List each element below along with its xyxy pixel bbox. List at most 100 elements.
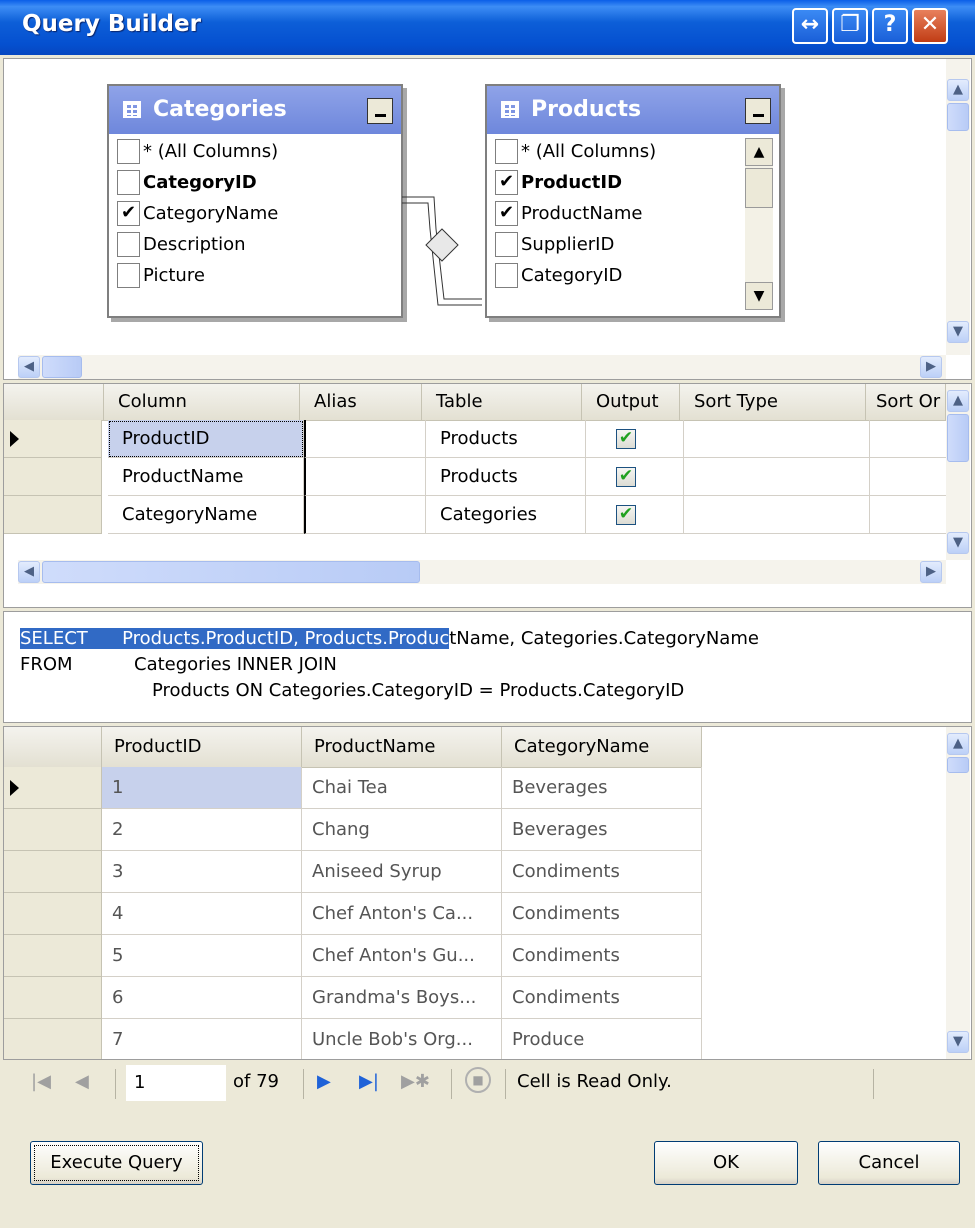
output-checkbox[interactable]: ✔ [616,429,636,449]
criteria-column-cell[interactable]: ProductID [108,420,304,458]
row-selector[interactable] [4,893,102,935]
row-selector[interactable] [4,458,102,496]
criteria-column-cell[interactable]: ProductName [108,458,304,496]
categories-table[interactable]: Categories * (All Columns) CategoryID ✔ C… [107,84,403,318]
row-selector[interactable] [4,767,102,809]
help-button[interactable]: ? [872,8,908,44]
results-vertical-scrollbar[interactable]: ▲ ▼ [946,727,970,1059]
delete-icon[interactable]: ■ [465,1067,491,1093]
position-input[interactable]: 1 [126,1065,226,1101]
cancel-button[interactable]: Cancel [818,1141,960,1185]
scroll-right-icon[interactable]: ▶ [920,561,942,583]
result-id-cell[interactable]: 2 [102,809,302,851]
scroll-up-icon[interactable]: ▲ [947,390,969,412]
output-checkbox[interactable]: ✔ [616,505,636,525]
row-selector[interactable] [4,851,102,893]
scroll-down-icon[interactable]: ▼ [947,532,969,554]
column-row[interactable]: ✔ CategoryName [109,198,397,229]
criteria-grid[interactable]: Column Alias Table Output Sort Type Sort… [3,383,972,608]
row-selector[interactable] [4,935,102,977]
result-id-cell[interactable]: 5 [102,935,302,977]
result-category-cell[interactable]: Condiments [502,935,702,977]
column-checkbox[interactable] [117,139,140,164]
result-category-cell[interactable]: Beverages [502,809,702,851]
criteria-column-cell[interactable]: CategoryName [108,496,304,534]
row-selector[interactable] [4,420,102,458]
execute-query-button[interactable]: Execute Query [30,1141,203,1185]
column-checkbox[interactable]: ✔ [495,201,518,226]
join-relationship-line[interactable] [394,179,494,309]
close-button[interactable]: ✕ [912,8,948,44]
scroll-up-icon[interactable]: ▲ [947,733,969,755]
criteria-sort-type-cell[interactable] [684,496,870,534]
column-row[interactable]: CategoryID [487,260,741,291]
scroll-down-icon[interactable]: ▼ [947,321,969,343]
column-checkbox[interactable] [117,232,140,257]
diagram-horizontal-scrollbar[interactable]: ◀ ▶ [18,355,946,379]
scroll-down-icon[interactable]: ▼ [745,282,773,310]
scroll-left-icon[interactable]: ◀ [18,356,40,378]
criteria-sort-order-cell[interactable] [870,420,950,458]
criteria-alias-cell[interactable] [304,458,426,496]
scroll-down-icon[interactable]: ▼ [947,1031,969,1053]
output-checkbox[interactable]: ✔ [616,467,636,487]
diagram-pane[interactable]: Categories * (All Columns) CategoryID ✔ C… [3,58,972,380]
diagram-vertical-scrollbar[interactable]: ▲ ▼ [946,59,970,355]
column-row[interactable]: * (All Columns) [109,136,397,167]
result-name-cell[interactable]: Grandma's Boys... [302,977,502,1019]
column-header[interactable]: Column [104,384,300,420]
column-header[interactable]: ProductName [302,727,502,767]
row-selector[interactable] [4,496,102,534]
column-header[interactable]: Sort Or [866,384,946,420]
move-previous-icon[interactable]: ◀ [75,1071,89,1092]
move-first-icon[interactable]: |◀ [31,1071,51,1092]
result-id-cell[interactable]: 3 [102,851,302,893]
result-name-cell[interactable]: Chef Anton's Gu... [302,935,502,977]
column-row[interactable]: SupplierID [487,229,741,260]
result-category-cell[interactable]: Beverages [502,767,702,809]
scroll-up-icon[interactable]: ▲ [745,138,773,166]
scroll-up-icon[interactable]: ▲ [947,79,969,101]
column-checkbox[interactable] [117,170,140,195]
criteria-table-cell[interactable]: Products [426,458,586,496]
column-header[interactable]: ProductID [102,727,302,767]
row-selector[interactable] [4,809,102,851]
criteria-sort-type-cell[interactable] [684,420,870,458]
result-id-cell[interactable]: 4 [102,893,302,935]
ok-button[interactable]: OK [654,1141,798,1185]
column-checkbox[interactable]: ✔ [495,170,518,195]
sql-pane[interactable]: SELECT Products.ProductID, Products.Prod… [3,611,972,723]
column-header[interactable]: CategoryName [502,727,702,767]
column-row[interactable]: CategoryID [109,167,397,198]
minimize-icon[interactable] [367,98,393,124]
column-row[interactable]: ✔ ProductID [487,167,741,198]
column-row[interactable]: ✔ ProductName [487,198,741,229]
result-category-cell[interactable]: Condiments [502,851,702,893]
criteria-sort-order-cell[interactable] [870,496,950,534]
criteria-alias-cell[interactable] [304,420,426,458]
result-id-cell[interactable]: 6 [102,977,302,1019]
column-header[interactable]: Alias [300,384,422,420]
column-row[interactable]: Picture [109,260,397,291]
products-table-header[interactable]: Products [487,86,779,134]
column-row[interactable]: Description [109,229,397,260]
result-name-cell[interactable]: Chai Tea [302,767,502,809]
result-name-cell[interactable]: Uncle Bob's Org... [302,1019,502,1059]
criteria-table-cell[interactable]: Products [426,420,586,458]
column-header[interactable]: Table [422,384,582,420]
resize-button[interactable]: ↔ [792,8,828,44]
column-checkbox[interactable] [495,232,518,257]
row-selector[interactable] [4,977,102,1019]
move-last-icon[interactable]: ▶| [359,1071,379,1092]
scroll-left-icon[interactable]: ◀ [18,561,40,583]
criteria-horizontal-scrollbar[interactable]: ◀ ▶ [18,560,946,584]
column-header[interactable]: Output [582,384,680,420]
scroll-thumb[interactable] [745,168,773,208]
criteria-sort-order-cell[interactable] [870,458,950,496]
criteria-table-cell[interactable]: Categories [426,496,586,534]
column-header[interactable]: Sort Type [680,384,866,420]
products-table[interactable]: Products * (All Columns) ✔ ProductID ✔ Pro… [485,84,781,318]
scroll-thumb[interactable] [947,757,969,773]
title-bar[interactable]: Query Builder ↔ ❐ ? ✕ [0,0,975,55]
column-checkbox[interactable] [117,263,140,288]
